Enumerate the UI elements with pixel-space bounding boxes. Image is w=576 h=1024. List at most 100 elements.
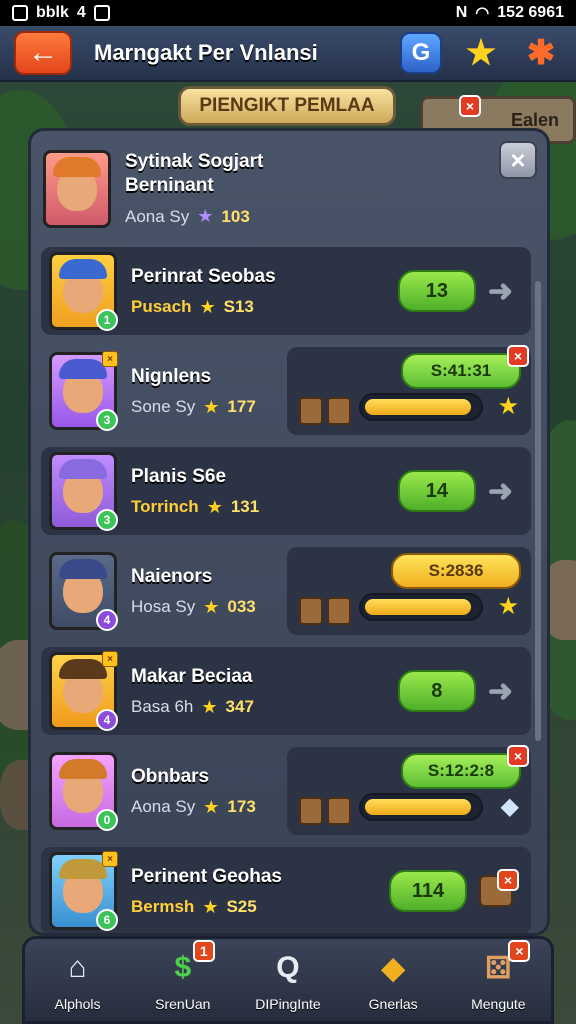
nav-label: Mengute [471,996,526,1012]
list-item[interactable]: 1 Perinrat Seobas Pusach ★ S13 13 ➜ [41,247,531,335]
nav-item-shop[interactable]: $ 1 SrenUan [133,940,233,1012]
timer-pill[interactable]: S:2836 [391,553,521,589]
reward-pill[interactable]: 13 [397,270,476,312]
star-shape-icon[interactable]: ★ [460,32,502,74]
close-button[interactable]: × [499,141,537,179]
bonus-icon: × [102,351,118,367]
avatar: × 6 [49,851,118,931]
row-points: 173 [227,797,256,816]
close-icon[interactable]: × [459,95,481,117]
timer-panel: S:41:31 × ★ [287,345,531,435]
close-icon: × [510,144,526,175]
star-icon: ★ [202,896,219,917]
star-icon: ★ [203,796,220,817]
reward-pill[interactable]: 8 [397,670,476,712]
player-sub: Aona Sy [125,206,190,226]
level-badge: 6 [96,909,118,931]
notification-badge: 1 [192,940,215,962]
puzzle-x-icon[interactable]: ✱ [520,32,562,74]
list-item[interactable]: 0 Obnbars Aona Sy ★ 173 S:12:2:8 × ◆ [41,745,531,835]
star-icon: ★ [206,496,223,517]
timer-pill[interactable]: S:41:31 [401,353,521,389]
list-item[interactable]: 3 Planis S6e Torrinch ★ 131 14 ➜ [41,447,531,535]
gem-icon: ◆ [500,793,519,820]
wifi-icon: ◠ [475,5,490,22]
level-badge: 1 [96,309,118,331]
page-title: Marngakt Per Vnlansi [94,40,318,65]
close-icon[interactable]: × [507,745,529,767]
scrollbar[interactable] [535,281,541,741]
blue-badge-icon[interactable]: G [400,32,442,74]
rank-banner: PIENGIKT PEMLAA [178,86,396,126]
star-icon: ★ [197,206,214,226]
row-sub: Hosa Sy [131,597,196,616]
close-icon[interactable]: × [507,345,529,367]
nav-item-gems[interactable]: ◆ Gnerlas [343,948,443,1013]
row-name: Makar Beciaa [131,665,253,687]
player-points: 103 [221,206,250,226]
level-badge: 4 [96,609,118,631]
player-name: Sytinak Sogjart [125,151,264,172]
photo-icon [12,5,28,21]
star-icon: ★ [203,596,220,617]
list-item[interactable]: × 3 Nignlens Sone Sy ★ 177 S:41:31 × ★ [41,345,531,435]
nav-label: Alphols [54,996,101,1012]
level-badge: 4 [96,709,118,731]
row-name: Perinent Geohas [131,865,282,887]
timer-panel: S:2836 ★ [287,547,531,635]
row-sub: Sone Sy [131,397,196,416]
arrow-right-icon[interactable]: ➜ [488,474,513,509]
avatar: × 3 [49,351,118,431]
star-icon: ★ [497,393,519,420]
progress-bar [359,793,483,821]
row-name: Perinrat Seobas [131,265,276,287]
reward-pill[interactable]: 114 [389,870,467,912]
alarm-icon [93,5,110,21]
gift-box-icon[interactable]: × [479,869,519,907]
row-points: 033 [227,597,256,616]
row-points: S25 [226,897,257,916]
back-button[interactable]: ← [14,31,72,75]
row-points: S13 [223,297,254,316]
nav-label: DIPingInte [255,996,321,1012]
home-icon: ⌂ [68,951,87,984]
level-badge: 3 [96,409,118,431]
row-sub: Aona Sy [131,797,196,816]
row-points: 177 [227,397,256,416]
row-name: Obnbars [131,765,210,787]
bonus-icon: × [102,651,118,667]
list-item[interactable]: × 4 Makar Beciaa Basa 6h ★ 347 8 ➜ [41,647,531,735]
status-bar: bblk 4 N ◠ 152 6961 [0,0,576,26]
crate-icon [299,597,351,625]
avatar [43,149,111,228]
leaderboard-panel: × Sytinak Sogjart Berninant Aona Sy ★ 10… [28,128,550,936]
nav-item-more[interactable]: ⚄ × Mengute [448,940,548,1012]
search-icon: Q [276,951,300,984]
avatar: 3 [49,452,118,531]
nav-item-home[interactable]: ⌂ Alphols [28,948,128,1012]
avatar: 1 [49,252,118,331]
progress-bar [359,593,483,621]
avatar: 4 [49,552,118,631]
arrow-right-icon[interactable]: ➜ [488,674,513,709]
arrow-right-icon[interactable]: ➜ [488,274,513,309]
status-right-text: 152 6961 [497,4,564,21]
row-name: Planis S6e [131,465,227,487]
nav-item-search[interactable]: Q DIPingInte [238,948,338,1012]
row-points: 347 [225,697,254,716]
nav-label: Gnerlas [368,996,418,1012]
status-left-text: bblk [36,4,69,21]
level-badge: 0 [96,809,118,831]
level-badge: 3 [96,509,118,531]
player-header: Sytinak Sogjart Berninant Aona Sy ★ 103 [43,141,483,236]
signal-text: 4 [76,4,86,21]
reward-pill[interactable]: 14 [397,470,476,512]
list-item[interactable]: × 6 Perinent Geohas Bermsh ★ S25 114 × [41,847,531,933]
top-bar: ← Marngakt Per Vnlansi G ★ ✱ [0,26,576,82]
nfc-icon: N [455,4,468,21]
list-item[interactable]: 4 Naienors Hosa Sy ★ 033 S:2836 ★ [41,547,531,635]
blue-badge-text: G [411,39,431,66]
bottom-nav: ⌂ Alphols $ 1 SrenUan Q DIPingInte ◆ Gne… [22,936,554,1024]
timer-pill[interactable]: S:12:2:8 [401,753,521,789]
row-name: Naienors [131,565,213,587]
